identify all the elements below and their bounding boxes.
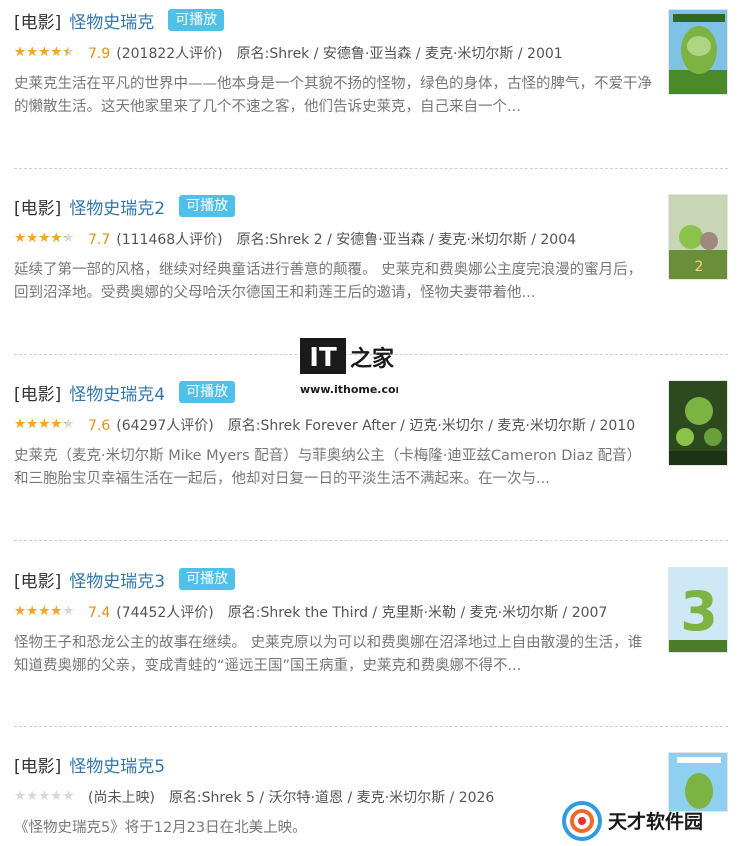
rating-row: ★★★★★★★★★★ 7.4 (74452人评价) 原名:Shrek the Thi… bbox=[14, 602, 654, 624]
svg-text:2: 2 bbox=[695, 259, 704, 275]
divider bbox=[14, 168, 728, 169]
result-title-link[interactable]: 怪物史瑞克5 bbox=[69, 752, 165, 777]
svg-text:3: 3 bbox=[680, 580, 718, 643]
rating-count: (尚未上映) bbox=[88, 790, 155, 806]
star-rating: ★★★★★★★★★★ bbox=[14, 603, 75, 619]
ithome-watermark: IT 之家 www.ithome.com bbox=[298, 338, 407, 398]
result-title-link[interactable]: 怪物史瑞克2 bbox=[69, 194, 165, 219]
divider bbox=[14, 540, 728, 541]
tiancai-watermark: 天才软件园 bbox=[560, 798, 730, 844]
original-info: 原名:Shrek Forever After / 迈克·米切尔 / 麦克·米切尔… bbox=[227, 418, 636, 434]
result-description: 怪物王子和恐龙公主的故事在继续。 史莱克原以为可以和费奥娜在沼泽地过上自由散漫的… bbox=[14, 635, 643, 674]
ithome-letters: IT bbox=[309, 343, 337, 373]
result-title-link[interactable]: 怪物史瑞克3 bbox=[69, 567, 165, 592]
rating-count: (201822人评价) bbox=[116, 46, 223, 62]
result-title-link[interactable]: 怪物史瑞克 bbox=[69, 8, 154, 33]
rating-row: ★★★★★★★★★★ 7.7 (111468人评价) 原名:Shrek 2 / 安德… bbox=[14, 229, 654, 251]
playable-badge[interactable]: 可播放 bbox=[179, 195, 236, 217]
result-description: 《怪物史瑞克5》将于12月23日在北美上映。 bbox=[14, 820, 307, 836]
playable-badge[interactable]: 可播放 bbox=[168, 9, 225, 31]
original-info: 原名:Shrek the Third / 克里斯·米勒 / 麦克·米切尔斯 / … bbox=[227, 605, 608, 621]
ithome-url: www.ithome.com bbox=[300, 383, 398, 396]
score-value: 7.4 bbox=[88, 605, 111, 621]
original-info: 原名:Shrek / 安德鲁·亚当森 / 麦克·米切尔斯 / 2001 bbox=[236, 46, 563, 62]
rating-row: ★★★★★★★★★★ (尚未上映) 原名:Shrek 5 / 沃尔特·道恩 / 麦… bbox=[14, 787, 654, 809]
poster-image[interactable]: 3 bbox=[668, 567, 728, 653]
result-item: [电影] 怪物史瑞克3 可播放 ★★★★★★★★★★ 7.4 (74452人评价)… bbox=[14, 565, 728, 678]
rating-count: (111468人评价) bbox=[116, 232, 223, 248]
star-rating: ★★★★★★★★★★ bbox=[14, 44, 75, 60]
playable-badge[interactable]: 可播放 bbox=[179, 568, 236, 590]
ithome-chinese: 之家 bbox=[350, 346, 395, 372]
result-description: 史莱克生活在平凡的世界中——他本身是一个其貌不扬的怪物，绿色的身体，古怪的脾气，… bbox=[14, 76, 652, 115]
rating-count: (64297人评价) bbox=[116, 418, 214, 434]
rating-row: ★★★★★★★★★★ 7.6 (64297人评价) 原名:Shrek Forever… bbox=[14, 415, 654, 437]
star-rating: ★★★★★★★★★★ bbox=[14, 416, 75, 432]
poster-image[interactable]: 2 bbox=[668, 194, 728, 280]
original-info: 原名:Shrek 2 / 安德鲁·亚当森 / 麦克·米切尔斯 / 2004 bbox=[236, 232, 577, 248]
result-item: [电影] 怪物史瑞克 可播放 ★★★★★★★★★★ 7.9 (201822人评价)… bbox=[14, 6, 728, 119]
result-title-link[interactable]: 怪物史瑞克4 bbox=[69, 380, 165, 405]
category-label: [电影] bbox=[14, 571, 62, 592]
rating-count: (74452人评价) bbox=[116, 605, 214, 621]
divider bbox=[14, 726, 728, 727]
star-rating: ★★★★★★★★★★ bbox=[14, 230, 75, 246]
category-label: [电影] bbox=[14, 198, 62, 219]
score-value: 7.9 bbox=[88, 46, 111, 62]
category-label: [电影] bbox=[14, 12, 62, 33]
category-label: [电影] bbox=[14, 384, 62, 405]
original-info: 原名:Shrek 5 / 沃尔特·道恩 / 麦克·米切尔斯 / 2026 bbox=[168, 790, 495, 806]
category-label: [电影] bbox=[14, 756, 62, 777]
tiancai-text: 天才软件园 bbox=[608, 810, 703, 833]
result-description: 史莱克（麦克·米切尔斯 Mike Myers 配音）与菲奥纳公主（卡梅隆·迪亚兹… bbox=[14, 448, 642, 487]
score-value: 7.7 bbox=[88, 232, 111, 248]
playable-badge[interactable]: 可播放 bbox=[179, 381, 236, 403]
poster-image[interactable] bbox=[668, 9, 728, 95]
star-rating: ★★★★★★★★★★ bbox=[14, 788, 75, 804]
score-value: 7.6 bbox=[88, 418, 111, 434]
poster-image[interactable] bbox=[668, 380, 728, 466]
rating-row: ★★★★★★★★★★ 7.9 (201822人评价) 原名:Shrek / 安德鲁·… bbox=[14, 43, 654, 65]
result-description: 延续了第一部的风格，继续对经典童话进行善意的颠覆。 史莱克和费奥娜公主度完浪漫的… bbox=[14, 262, 643, 301]
result-item: [电影] 怪物史瑞克2 可播放 ★★★★★★★★★★ 7.7 (111468人评价… bbox=[14, 192, 728, 305]
